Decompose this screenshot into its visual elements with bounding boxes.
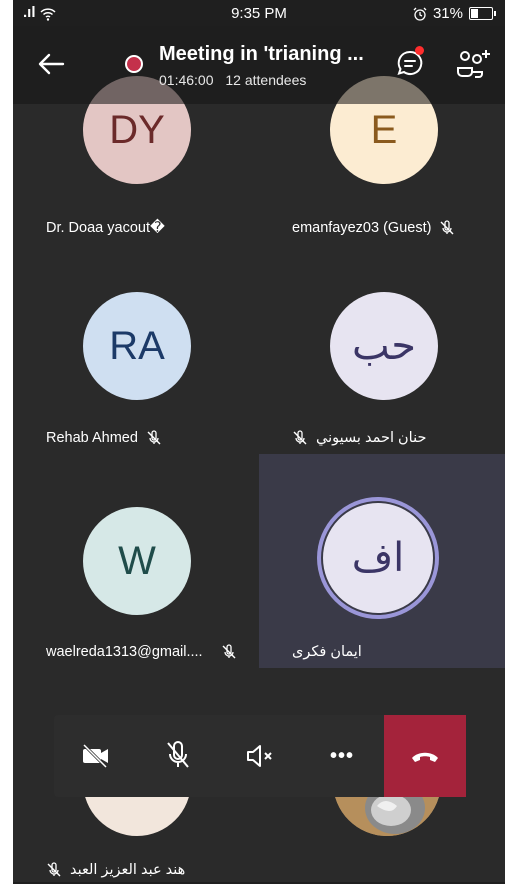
chat-button[interactable]: [395, 46, 425, 78]
more-icon: •••: [329, 744, 354, 767]
mic-off-icon: [47, 862, 61, 877]
avatar-initials: اف: [351, 536, 405, 580]
participant-tile[interactable]: W waelreda1313@gmail....: [13, 454, 259, 668]
participant-name: Dr. Doaa yacout�: [46, 220, 165, 236]
avatar-initials: حب: [351, 324, 416, 368]
attendee-count: 12 attendees: [225, 72, 307, 88]
participant-name: هند عبد العزيز العبد: [70, 862, 186, 878]
meeting-duration: 01:46:00: [159, 72, 214, 88]
meeting-subtitle: 01:46:00 12 attendees: [159, 72, 314, 88]
participant-name: waelreda1313@gmail....: [46, 644, 203, 660]
avatar-initials: W: [118, 538, 156, 583]
avatar: اف: [321, 501, 435, 615]
participant-name-row: emanfayez03 (Guest): [292, 220, 455, 236]
participant-name: حنان احمد بسيوني: [316, 430, 427, 446]
mic-off-icon: [293, 430, 307, 445]
teams-meeting-screen: DY Dr. Doaa yacout� E emanfayez03 (Guest…: [13, 0, 505, 884]
meeting-header: Meeting in 'trianing ... 01:46:00 12 att…: [13, 26, 505, 104]
participant-name-row: waelreda1313@gmail....: [46, 644, 237, 660]
battery-icon: [469, 7, 496, 20]
call-controls: •••: [54, 715, 466, 797]
speaking-ring: اف: [317, 497, 439, 619]
participant-name-row: ايمان فكرى: [292, 644, 362, 660]
camera-off-icon: [82, 743, 108, 769]
participant-name-row: Dr. Doaa yacout�: [46, 220, 165, 236]
avatar-initials: RA: [109, 323, 165, 368]
mic-off-icon: [167, 741, 189, 768]
participant-name: ايمان فكرى: [292, 644, 362, 660]
speaker-off-icon: [247, 745, 272, 767]
speaker-toggle-button[interactable]: [220, 715, 300, 797]
hang-up-button[interactable]: [384, 715, 466, 797]
mic-off-icon: [440, 220, 454, 235]
notification-dot: [415, 46, 424, 55]
avatar-initials: DY: [109, 107, 165, 152]
participant-name-row: Rehab Ahmed: [46, 430, 162, 446]
participant-name: Rehab Ahmed: [46, 430, 138, 446]
meeting-title: Meeting in 'trianing ...: [159, 43, 364, 65]
battery-percent: 31%: [432, 5, 463, 22]
mic-toggle-button[interactable]: [138, 715, 218, 797]
alarm-icon: [413, 7, 427, 21]
avatar-initials: E: [370, 107, 398, 152]
status-right: 31%: [413, 5, 496, 22]
hang-up-icon: [412, 752, 438, 762]
avatar: RA: [83, 292, 191, 400]
camera-toggle-button[interactable]: [56, 715, 136, 797]
recording-indicator-icon: [125, 55, 143, 73]
avatar: حب: [330, 292, 438, 400]
mic-off-icon: [222, 644, 236, 659]
more-options-button[interactable]: •••: [302, 715, 382, 797]
participant-name: emanfayez03 (Guest): [292, 220, 432, 236]
add-people-icon[interactable]: [455, 48, 491, 78]
participant-tile-speaking[interactable]: اف ايمان فكرى: [259, 454, 505, 668]
status-bar: .ıl 9:35 PM 31%: [13, 0, 505, 26]
participant-tile[interactable]: حب حنان احمد بسيوني: [259, 240, 505, 454]
mic-off-icon: [147, 430, 161, 445]
participant-name-row: هند عبد العزيز العبد: [46, 862, 185, 878]
avatar: W: [83, 507, 191, 615]
participant-name-row: حنان احمد بسيوني: [292, 430, 426, 446]
back-arrow-icon[interactable]: [37, 52, 65, 76]
participant-tile[interactable]: RA Rehab Ahmed: [13, 240, 259, 454]
